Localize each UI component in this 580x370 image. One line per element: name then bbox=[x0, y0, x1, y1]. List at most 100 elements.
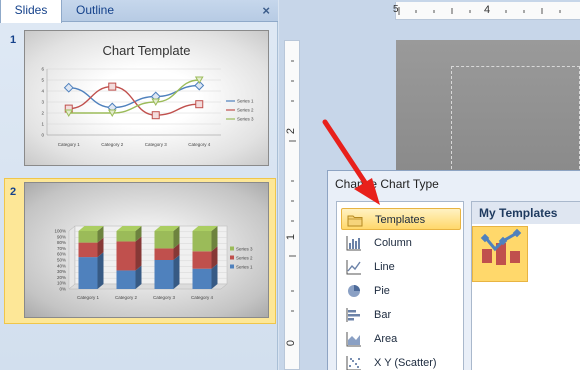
data-point bbox=[108, 82, 117, 91]
x-tick-label: Category 4 bbox=[188, 142, 211, 147]
chart-type-scatter[interactable]: X Y (Scatter) bbox=[341, 352, 461, 370]
data-point bbox=[63, 82, 74, 93]
chart-type-label: Area bbox=[374, 333, 398, 345]
stacked-column-chart: 0%10%20%30%40%50%60%70%80%90%100% Categor… bbox=[54, 225, 253, 300]
folder-icon bbox=[347, 215, 363, 227]
legend-swatch bbox=[230, 255, 234, 260]
chart-type-label: Line bbox=[374, 261, 395, 273]
v-ruler-label-2: 2 bbox=[285, 127, 298, 135]
y-tick-label: 4 bbox=[41, 89, 44, 94]
bar-segment bbox=[78, 242, 98, 258]
y-tick-label: 90% bbox=[57, 234, 66, 239]
y-tick-label: 3 bbox=[41, 100, 44, 105]
slide-thumbnail-1[interactable]: Chart Template 0 1 2 3 4 5 6 Category 1 Category… bbox=[24, 30, 269, 166]
chart-type-area[interactable]: Area bbox=[341, 328, 461, 350]
legend-swatch bbox=[230, 264, 234, 269]
legend-label: Series 1 bbox=[237, 99, 254, 104]
chart-type-label: Column bbox=[374, 237, 412, 249]
y-tick-label: 5 bbox=[41, 78, 44, 83]
horizontal-ruler: 5 4 bbox=[393, 2, 580, 20]
y-tick-label: 80% bbox=[57, 240, 66, 245]
bar-chart-icon bbox=[346, 308, 360, 322]
chart-type-label: Templates bbox=[375, 214, 426, 226]
chart-type-label: Bar bbox=[374, 309, 392, 321]
bar-segment bbox=[154, 231, 174, 249]
chart-type-bar[interactable]: Bar bbox=[341, 304, 461, 326]
bar-segment bbox=[192, 268, 212, 289]
x-tick-label: Category 3 bbox=[153, 295, 176, 300]
chart-type-pie[interactable]: Pie bbox=[341, 280, 461, 302]
x-tick-label: Category 2 bbox=[115, 295, 138, 300]
bar-segment bbox=[116, 270, 136, 289]
chart-type-templates[interactable]: Templates bbox=[341, 208, 461, 230]
v-ruler-label-0: 0 bbox=[285, 339, 298, 347]
chart-template-icon bbox=[480, 228, 522, 265]
line-chart: 0 1 2 3 4 5 6 Category 1 Category 2 Category 3 Cat… bbox=[41, 67, 254, 148]
x-tick-label: Category 3 bbox=[145, 142, 168, 147]
chart-type-line[interactable]: Line bbox=[341, 256, 461, 278]
line-chart-icon bbox=[346, 260, 361, 275]
my-templates-heading: My Templates bbox=[472, 202, 580, 224]
y-tick-label: 70% bbox=[57, 246, 66, 251]
chart-template-tile[interactable] bbox=[472, 226, 528, 282]
legend-label: Series 3 bbox=[236, 247, 253, 252]
bar-segment bbox=[116, 231, 136, 242]
chart-type-list: Templates Column Line Pie Bar Area X Y (… bbox=[336, 201, 464, 370]
x-tick-label: Category 4 bbox=[191, 295, 214, 300]
pie-chart-icon bbox=[348, 285, 360, 297]
h-ruler-label-4: 4 bbox=[484, 4, 491, 16]
column-chart-icon bbox=[346, 236, 361, 251]
slide-number-1: 1 bbox=[10, 34, 17, 46]
scatter-chart-icon bbox=[346, 356, 361, 370]
vertical-ruler: 2 1 0 bbox=[284, 40, 300, 370]
legend-label: Series 2 bbox=[236, 256, 253, 261]
slides-pane: Slides Outline × 1 Chart Template 012345… bbox=[0, 0, 278, 370]
bar-segment bbox=[192, 251, 212, 269]
bar-segment bbox=[154, 260, 174, 289]
x-tick-label: Category 2 bbox=[101, 142, 124, 147]
y-tick-label: 50% bbox=[57, 258, 66, 263]
y-tick-label: 40% bbox=[57, 263, 66, 268]
tab-outline[interactable]: Outline bbox=[62, 0, 128, 22]
bar-segment bbox=[78, 257, 98, 289]
template-gallery: My Templates bbox=[471, 201, 580, 370]
bar-segment bbox=[78, 231, 98, 243]
close-icon[interactable]: × bbox=[262, 3, 270, 18]
legend-swatch bbox=[230, 246, 234, 251]
data-point bbox=[151, 111, 160, 120]
legend-label: Series 1 bbox=[236, 265, 253, 270]
x-tick-label: Category 1 bbox=[58, 142, 81, 147]
bar-side bbox=[97, 252, 104, 289]
bar-segment bbox=[116, 241, 136, 271]
data-point bbox=[195, 100, 204, 109]
pane-tab-bar: Slides Outline × bbox=[0, 0, 278, 23]
y-tick-label: 20% bbox=[57, 275, 66, 280]
chart-type-column[interactable]: Column bbox=[341, 232, 461, 254]
bar-side bbox=[135, 236, 142, 271]
dialog-title: Change Chart Type bbox=[335, 177, 439, 191]
tab-slides[interactable]: Slides bbox=[0, 0, 62, 23]
slide-number-2: 2 bbox=[10, 186, 17, 198]
y-tick-label: 10% bbox=[57, 281, 66, 286]
bar-segment bbox=[154, 248, 174, 260]
bar-side bbox=[173, 255, 180, 289]
y-tick-label: 0 bbox=[41, 133, 44, 138]
chart-placeholder[interactable] bbox=[451, 66, 580, 174]
legend-label: Series 3 bbox=[237, 117, 254, 122]
change-chart-type-dialog: Change Chart Type Templates Column Line bbox=[327, 170, 580, 370]
bar-segment bbox=[192, 231, 212, 252]
y-tick-label: 2 bbox=[41, 111, 44, 116]
slide-thumbnail-2[interactable]: 0% 10% 20% 30% 40% 50% 60% 70% 80% 90% 100% Categor… bbox=[24, 182, 269, 318]
y-tick-label: 100% bbox=[54, 229, 66, 234]
h-ruler-label-5: 5 bbox=[393, 4, 399, 15]
v-ruler-label-1: 1 bbox=[285, 233, 298, 241]
x-tick-label: Category 1 bbox=[77, 295, 100, 300]
y-tick-label: 30% bbox=[57, 269, 66, 274]
chart-type-label: Pie bbox=[374, 285, 390, 297]
side-wall bbox=[68, 225, 76, 290]
y-tick-label: 0% bbox=[59, 287, 66, 292]
chart-type-label: X Y (Scatter) bbox=[374, 357, 437, 369]
area-chart-icon bbox=[346, 332, 361, 347]
legend-label: Series 2 bbox=[237, 108, 254, 113]
y-tick-label: 1 bbox=[41, 122, 44, 127]
